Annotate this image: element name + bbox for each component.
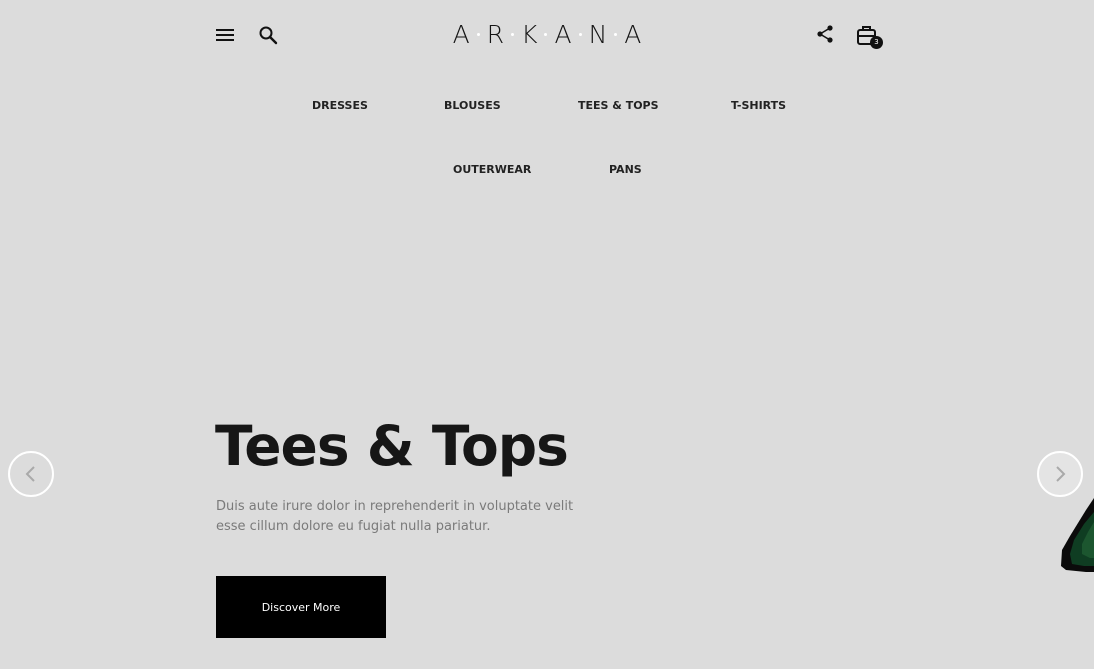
hero-title: Tees & Tops: [215, 414, 569, 478]
share-icon: [817, 25, 833, 43]
logo-letter: A: [554, 20, 572, 49]
logo-dot: [544, 33, 548, 36]
discover-more-button[interactable]: Discover More: [216, 576, 386, 638]
logo-dot: [578, 33, 582, 36]
nav-item-dresses[interactable]: DRESSES: [312, 99, 368, 112]
logo-letter: N: [588, 20, 608, 49]
chevron-right-icon: [1056, 466, 1066, 482]
logo-letter: K: [521, 20, 538, 49]
sunglasses-product-image: [1061, 498, 1094, 572]
slider-prev-button[interactable]: [8, 451, 54, 497]
share-button[interactable]: [813, 22, 837, 46]
brand-logo[interactable]: ARKANA: [0, 20, 1094, 49]
chevron-left-icon: [25, 466, 35, 482]
nav-item-outerwear[interactable]: OUTERWEAR: [453, 163, 531, 176]
logo-dot: [511, 33, 515, 36]
logo-dot: [476, 33, 480, 36]
nav-item-blouses[interactable]: BLOUSES: [444, 99, 501, 112]
nav-item-tees-tops[interactable]: TEES & TOPS: [578, 99, 659, 112]
cart-button[interactable]: 3: [856, 24, 884, 50]
page: ARKANA 3 DRESSES BLOUSES TEES & TOPS T-S…: [0, 0, 1094, 669]
logo-letter: R: [486, 20, 505, 49]
logo-dot: [614, 33, 618, 36]
logo-wordmark: ARKANA: [451, 20, 644, 49]
logo-letter: A: [624, 20, 642, 49]
nav-item-pans[interactable]: PANS: [609, 163, 642, 176]
slider-next-button[interactable]: [1037, 451, 1083, 497]
logo-letter: A: [452, 20, 470, 49]
nav-item-t-shirts[interactable]: T-SHIRTS: [731, 99, 786, 112]
cart-count-badge: 3: [870, 36, 883, 49]
hero-description: Duis aute irure dolor in reprehenderit i…: [216, 499, 574, 534]
